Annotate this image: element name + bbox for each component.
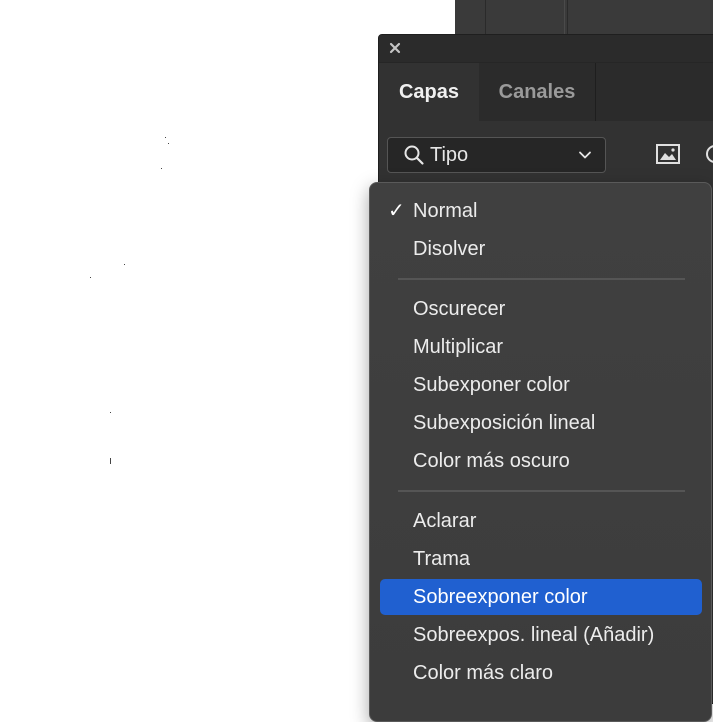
- menu-item-label: Sobreexpos. lineal (Añadir): [413, 624, 655, 646]
- menu-item-label: Subexposición lineal: [413, 412, 596, 434]
- canvas-speck: [161, 168, 162, 169]
- panel-tabbar: Capas Canales: [379, 63, 713, 121]
- menu-item-label: Multiplicar: [413, 336, 504, 358]
- top-strip-cell: [485, 0, 565, 34]
- close-icon[interactable]: [388, 41, 402, 55]
- blend-mode-color-mas-claro[interactable]: Color más claro: [380, 655, 702, 691]
- canvas-speck: [110, 412, 111, 413]
- menu-item-label: Oscurecer: [413, 298, 506, 320]
- blend-mode-normal[interactable]: ✓ Normal: [380, 193, 702, 229]
- blend-mode-aclarar[interactable]: Aclarar: [380, 503, 702, 539]
- canvas-speck: [124, 264, 125, 265]
- image-filter-icon[interactable]: [655, 143, 681, 165]
- menu-item-label: Normal: [413, 200, 478, 222]
- tab-label: Canales: [498, 80, 576, 103]
- menu-item-label: Color más oscuro: [413, 450, 570, 472]
- tab-capas[interactable]: Capas: [379, 63, 479, 121]
- blend-mode-sobreexpos-lineal[interactable]: Sobreexpos. lineal (Añadir): [380, 617, 702, 653]
- canvas-speck: [90, 277, 91, 278]
- blend-mode-trama[interactable]: Trama: [380, 541, 702, 577]
- blend-mode-disolver[interactable]: Disolver: [380, 231, 702, 267]
- filter-type-value: Tipo: [430, 143, 469, 166]
- top-strip-cell: [567, 0, 713, 34]
- menu-item-label: Trama: [413, 548, 471, 570]
- menu-item-label: Subexponer color: [413, 374, 570, 396]
- canvas-speck: [168, 143, 169, 144]
- menu-separator: [398, 490, 685, 492]
- menu-item-label: Disolver: [413, 238, 486, 260]
- app-top-strip: [455, 0, 713, 34]
- chevron-down-icon: [579, 151, 591, 159]
- blend-mode-oscurecer[interactable]: Oscurecer: [380, 291, 702, 327]
- menu-item-label: Color más claro: [413, 662, 554, 684]
- filter-type-select[interactable]: Tipo: [387, 137, 606, 173]
- canvas-speck: [110, 458, 111, 464]
- tab-label: Capas: [398, 80, 460, 103]
- search-icon: [404, 145, 424, 165]
- blend-mode-sobreexponer-color[interactable]: Sobreexponer color: [380, 579, 702, 615]
- tab-canales[interactable]: Canales: [479, 63, 596, 121]
- blend-mode-subexposicion-lineal[interactable]: Subexposición lineal: [380, 405, 702, 441]
- adjustment-filter-icon[interactable]: [704, 143, 713, 165]
- blend-mode-menu: ✓ Normal Disolver Oscurecer Multiplicar …: [369, 182, 712, 722]
- panel-titlebar: [379, 35, 713, 63]
- menu-item-label: Sobreexponer color: [413, 586, 588, 608]
- checkmark-icon: ✓: [388, 200, 405, 222]
- blend-mode-multiplicar[interactable]: Multiplicar: [380, 329, 702, 365]
- menu-item-label: Aclarar: [413, 510, 477, 532]
- canvas-speck: [165, 137, 166, 138]
- blend-mode-color-mas-oscuro[interactable]: Color más oscuro: [380, 443, 702, 479]
- blend-mode-subexponer-color[interactable]: Subexponer color: [380, 367, 702, 403]
- menu-separator: [398, 278, 685, 280]
